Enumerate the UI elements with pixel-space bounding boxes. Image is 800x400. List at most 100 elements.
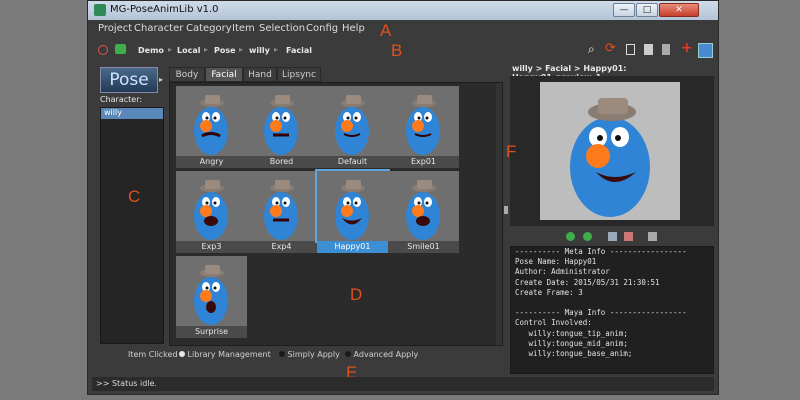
pose-thumbnail — [388, 86, 459, 156]
breadcrumb-separator: ▸ — [239, 45, 244, 54]
pose-thumbnail — [246, 86, 317, 156]
grid-scrollbar[interactable] — [496, 83, 502, 345]
chevron-right-icon[interactable]: ▸ — [159, 75, 163, 84]
play-back-icon[interactable] — [566, 232, 575, 241]
tab-lipsync[interactable]: Lipsync — [277, 67, 321, 82]
menu-item[interactable]: Item — [232, 23, 255, 34]
pose-item-angry[interactable]: Angry — [176, 86, 247, 168]
power-icon[interactable] — [98, 45, 108, 55]
refresh-icon[interactable] — [115, 44, 126, 54]
pose-label: Default — [317, 156, 388, 168]
meta-line: willy:tongue_base_anim; — [515, 348, 633, 358]
remove-preview-icon[interactable] — [624, 232, 633, 241]
breadcrumb-separator: ▸ — [168, 45, 173, 54]
radio-library-management[interactable]: Library Management — [179, 350, 271, 359]
tab-body[interactable]: Body — [169, 67, 205, 82]
radio-label: Simply Apply — [287, 350, 340, 359]
pose-item-exp4[interactable]: Exp4 — [246, 171, 317, 253]
pose-label: Smile01 — [388, 241, 459, 253]
close-button[interactable]: ✕ — [659, 3, 699, 17]
radio-label: Library Management — [187, 350, 271, 359]
menu-bar: Project Character Category Item Selectio… — [88, 20, 718, 40]
title-bar: MG-PoseAnimLib v1.0 — □ ✕ — [88, 1, 718, 20]
meta-line: Pose Name: Happy01 — [515, 257, 597, 267]
annotation-d: D — [350, 285, 363, 304]
character-panel: Pose ▸ Character: willy C — [92, 63, 166, 346]
breadcrumb-willy[interactable]: willy — [249, 46, 270, 55]
menu-project[interactable]: Project — [98, 23, 132, 34]
minimize-button[interactable]: — — [613, 3, 635, 17]
play-forward-icon[interactable] — [583, 232, 592, 241]
breadcrumb-separator: ▸ — [274, 45, 279, 54]
pose-item-bored[interactable]: Bored — [246, 86, 317, 168]
pose-item-exp3[interactable]: Exp3 — [176, 171, 247, 253]
tab-hand[interactable]: Hand — [243, 67, 277, 82]
capture-icon[interactable] — [608, 232, 617, 241]
pose-label: Bored — [246, 156, 317, 168]
pose-label: Exp01 — [388, 156, 459, 168]
menu-category[interactable]: Category — [186, 23, 232, 34]
menu-config[interactable]: Config — [306, 23, 338, 34]
toolbar: Demo ▸ Local ▸ Pose ▸ willy ▸ Facial B ⌕… — [88, 40, 718, 61]
character-item-willy[interactable]: willy — [101, 108, 163, 119]
menu-selection[interactable]: Selection — [259, 23, 305, 34]
pose-item-surprise[interactable]: Surprise — [176, 256, 247, 338]
pose-label: Angry — [176, 156, 247, 168]
character-list[interactable]: willy — [100, 107, 164, 344]
radio-advanced-apply[interactable]: Advanced Apply — [345, 350, 418, 359]
app-window: MG-PoseAnimLib v1.0 — □ ✕ Project Charac… — [87, 0, 719, 395]
meta-line: Create Frame: 3 — [515, 287, 583, 297]
breadcrumb-pose[interactable]: Pose — [214, 46, 236, 55]
breadcrumb-local[interactable]: Local — [177, 46, 200, 55]
breadcrumb-demo[interactable]: Demo — [138, 46, 164, 55]
splitter-handle[interactable] — [504, 206, 508, 214]
annotation-c: C — [128, 187, 141, 206]
add-icon[interactable]: + — [681, 40, 693, 56]
character-preview-figure — [570, 98, 650, 217]
pose-item-exp01[interactable]: Exp01 — [388, 86, 459, 168]
radio-simply-apply[interactable]: Simply Apply — [279, 350, 340, 359]
pose-thumbnail — [176, 171, 247, 241]
maximize-button[interactable]: □ — [636, 3, 658, 17]
pose-label: Exp4 — [246, 241, 317, 253]
preview-panel: F — [506, 76, 714, 226]
preview-image — [540, 82, 680, 220]
character-label: Character: — [100, 95, 143, 104]
pose-item-smile01[interactable]: Smile01 — [388, 171, 459, 253]
meta-line: willy:tongue_mid_anim; — [515, 338, 628, 348]
annotation-a: A — [380, 21, 392, 40]
pose-thumbnail — [388, 171, 459, 241]
pose-item-default[interactable]: Default — [317, 86, 388, 168]
radio-label: Advanced Apply — [353, 350, 419, 359]
meta-line: willy:tongue_tip_anim; — [515, 328, 628, 338]
tab-facial[interactable]: Facial — [205, 67, 243, 82]
annotation-b: B — [391, 41, 403, 60]
radio-dot — [345, 351, 351, 357]
trash-icon[interactable] — [662, 44, 670, 55]
pose-thumbnail — [315, 169, 390, 243]
pose-label: Exp3 — [176, 241, 247, 253]
menu-help[interactable]: Help — [342, 23, 365, 34]
meta-line: Control Involved: — [515, 318, 592, 328]
meta-line: Create Date: 2015/05/31 21:30:51 — [515, 277, 660, 287]
folder-icon[interactable] — [648, 232, 657, 241]
menu-character[interactable]: Character — [134, 23, 183, 34]
layout-icon[interactable] — [698, 43, 713, 58]
breadcrumb-separator: ▸ — [204, 45, 209, 54]
meta-line: Author: Administrator — [515, 267, 610, 277]
pose-label: Surprise — [176, 326, 247, 338]
meta-line: ---------- Meta Info ----------------- — [515, 247, 687, 256]
pose-logo: Pose — [100, 67, 158, 93]
search-icon[interactable]: ⌕ — [588, 42, 595, 57]
radio-dot-selected — [179, 351, 185, 357]
status-bar: >> Status idle. — [92, 377, 714, 391]
item-clicked-label: Item Clicked — [128, 350, 178, 359]
mirror-icon[interactable] — [626, 44, 635, 55]
pose-item-happy01[interactable]: Happy01 — [315, 169, 390, 253]
copy-icon[interactable] — [644, 44, 653, 55]
meta-line: ---------- Maya Info ----------------- — [515, 308, 687, 318]
pose-thumbnail — [176, 86, 247, 156]
meta-info-panel: ---------- Meta Info ----------------- Po… — [510, 246, 714, 374]
breadcrumb-facial[interactable]: Facial — [286, 46, 312, 55]
sync-icon[interactable]: ⟳ — [605, 41, 616, 56]
